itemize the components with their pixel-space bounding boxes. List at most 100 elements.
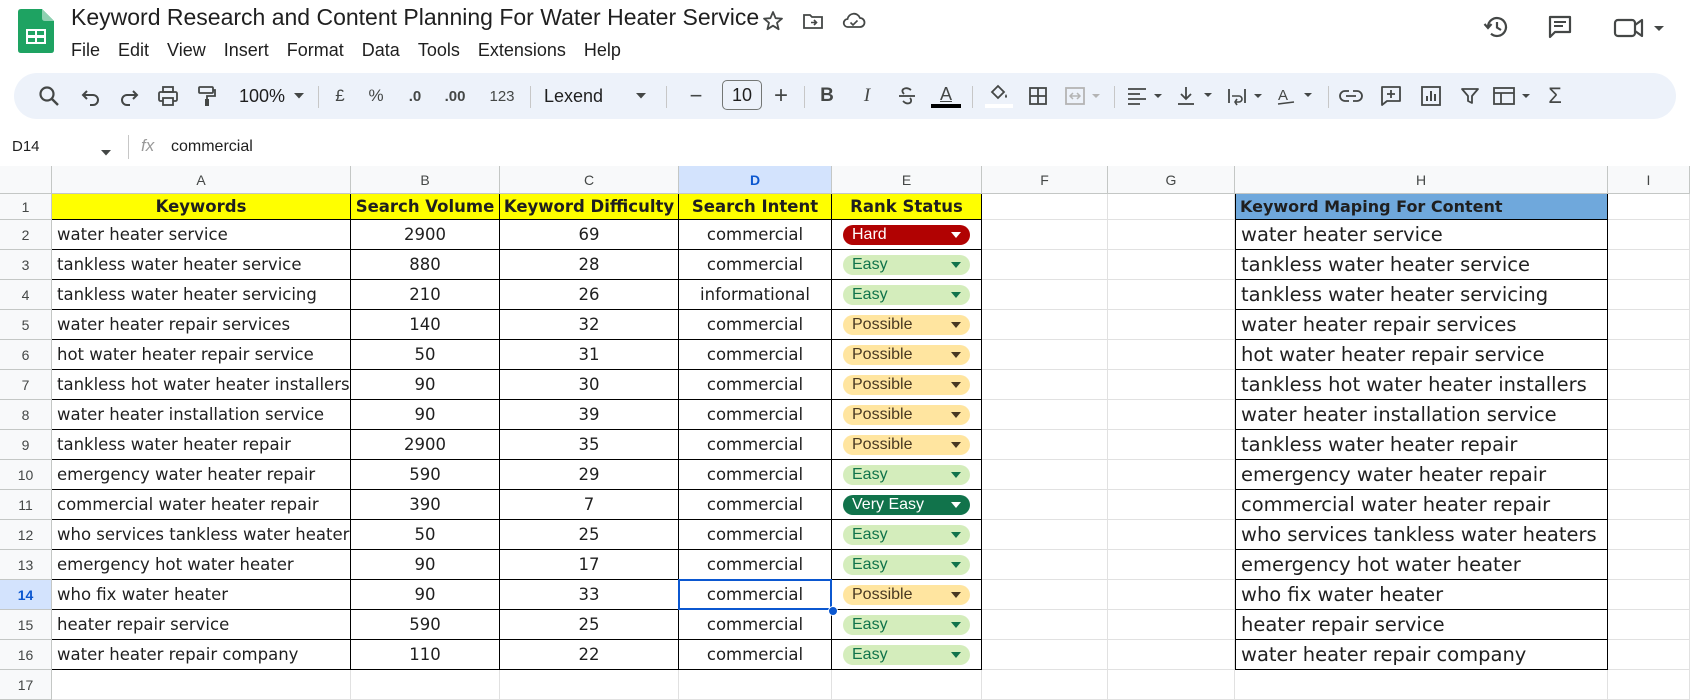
mapping-item[interactable]: who services tankless water heaters xyxy=(1235,520,1608,550)
empty-cell[interactable] xyxy=(1108,250,1235,280)
rank-status-cell[interactable]: Easy xyxy=(832,460,982,490)
search-intent-cell[interactable]: commercial xyxy=(679,640,832,670)
rank-status-chip[interactable]: Hard xyxy=(843,225,970,245)
empty-cell[interactable] xyxy=(1108,280,1235,310)
column-header-e[interactable]: E xyxy=(832,166,982,194)
mapping-item[interactable]: heater repair service xyxy=(1235,610,1608,640)
fill-color-icon[interactable] xyxy=(984,83,1014,109)
zoom-dropdown-icon[interactable] xyxy=(292,83,306,109)
search-intent-cell[interactable]: commercial xyxy=(679,430,832,460)
empty-cell[interactable] xyxy=(982,520,1108,550)
column-header-d[interactable]: D xyxy=(679,166,832,194)
chip-dropdown-icon[interactable] xyxy=(951,352,961,358)
empty-cell[interactable] xyxy=(1608,220,1690,250)
chip-dropdown-icon[interactable] xyxy=(951,292,961,298)
keyword-cell[interactable]: tankless water heater servicing xyxy=(52,280,351,310)
empty-cell[interactable] xyxy=(1608,460,1690,490)
empty-cell[interactable] xyxy=(1608,490,1690,520)
rank-status-chip[interactable]: Possible xyxy=(843,375,970,395)
currency-format-button[interactable]: £ xyxy=(330,83,350,109)
search-volume-cell[interactable]: 90 xyxy=(351,370,500,400)
empty-cell[interactable] xyxy=(1608,430,1690,460)
row-header-6[interactable]: 6 xyxy=(0,340,52,370)
empty-cell[interactable] xyxy=(1108,490,1235,520)
difficulty-cell[interactable]: 31 xyxy=(500,340,679,370)
keyword-cell[interactable]: emergency hot water heater xyxy=(52,550,351,580)
empty-cell[interactable] xyxy=(1108,580,1235,610)
empty-cell[interactable] xyxy=(982,194,1108,220)
empty-cell[interactable] xyxy=(500,670,679,700)
rank-status-chip[interactable]: Easy xyxy=(843,615,970,635)
empty-cell[interactable] xyxy=(982,370,1108,400)
keyword-cell[interactable]: commercial water heater repair xyxy=(52,490,351,520)
empty-cell[interactable] xyxy=(52,670,351,700)
rank-status-chip[interactable]: Very Easy xyxy=(843,495,970,515)
chip-dropdown-icon[interactable] xyxy=(951,322,961,328)
empty-cell[interactable] xyxy=(1108,370,1235,400)
search-intent-cell[interactable]: commercial xyxy=(679,370,832,400)
mapping-item[interactable]: commercial water heater repair xyxy=(1235,490,1608,520)
difficulty-cell[interactable]: 33 xyxy=(500,580,679,610)
mapping-item[interactable]: tankless hot water heater installers xyxy=(1235,370,1608,400)
select-all-corner[interactable] xyxy=(0,166,52,194)
empty-cell[interactable] xyxy=(1108,340,1235,370)
difficulty-cell[interactable]: 30 xyxy=(500,370,679,400)
rank-status-chip[interactable]: Easy xyxy=(843,255,970,275)
empty-cell[interactable] xyxy=(982,670,1108,700)
mapping-item[interactable]: emergency hot water heater xyxy=(1235,550,1608,580)
text-wrapping-icon[interactable] xyxy=(1226,83,1268,109)
name-box[interactable]: D14 xyxy=(12,138,40,155)
difficulty-cell[interactable]: 25 xyxy=(500,610,679,640)
row-header-7[interactable]: 7 xyxy=(0,370,52,400)
chip-dropdown-icon[interactable] xyxy=(951,382,961,388)
zoom-select[interactable]: 100% xyxy=(236,83,288,109)
row-header-12[interactable]: 12 xyxy=(0,520,52,550)
search-volume-cell[interactable]: 390 xyxy=(351,490,500,520)
rank-status-cell[interactable]: Possible xyxy=(832,370,982,400)
empty-cell[interactable] xyxy=(1608,250,1690,280)
menu-tools[interactable]: Tools xyxy=(409,37,469,63)
insert-chart-icon[interactable] xyxy=(1418,83,1444,109)
empty-cell[interactable] xyxy=(1608,670,1690,700)
search-volume-cell[interactable]: 90 xyxy=(351,580,500,610)
chip-dropdown-icon[interactable] xyxy=(951,652,961,658)
keyword-cell[interactable]: tankless hot water heater installers xyxy=(52,370,351,400)
sheets-logo-icon[interactable] xyxy=(18,9,54,53)
rank-status-cell[interactable]: Easy xyxy=(832,550,982,580)
empty-cell[interactable] xyxy=(982,280,1108,310)
rank-status-chip[interactable]: Easy xyxy=(843,465,970,485)
search-volume-cell[interactable]: 50 xyxy=(351,340,500,370)
search-intent-cell[interactable]: informational xyxy=(679,280,832,310)
mapping-item[interactable]: tankless water heater service xyxy=(1235,250,1608,280)
rank-status-cell[interactable]: Hard xyxy=(832,220,982,250)
empty-cell[interactable] xyxy=(1108,310,1235,340)
column-header-b[interactable]: B xyxy=(351,166,500,194)
empty-cell[interactable] xyxy=(1108,460,1235,490)
empty-cell[interactable] xyxy=(982,430,1108,460)
empty-cell[interactable] xyxy=(1608,520,1690,550)
empty-cell[interactable] xyxy=(982,220,1108,250)
rank-status-cell[interactable]: Easy xyxy=(832,280,982,310)
search-intent-cell[interactable]: commercial xyxy=(679,550,832,580)
empty-cell[interactable] xyxy=(982,250,1108,280)
search-volume-cell[interactable]: 140 xyxy=(351,310,500,340)
row-header-17[interactable]: 17 xyxy=(0,670,52,700)
rank-status-chip[interactable]: Easy xyxy=(843,555,970,575)
empty-cell[interactable] xyxy=(1608,640,1690,670)
chip-dropdown-icon[interactable] xyxy=(951,592,961,598)
insert-comment-icon[interactable] xyxy=(1378,83,1404,109)
redo-icon[interactable] xyxy=(116,83,142,109)
empty-cell[interactable] xyxy=(1608,400,1690,430)
print-icon[interactable] xyxy=(155,83,181,109)
rank-status-chip[interactable]: Easy xyxy=(843,285,970,305)
difficulty-cell[interactable]: 29 xyxy=(500,460,679,490)
mapping-item[interactable]: water heater service xyxy=(1235,220,1608,250)
empty-cell[interactable] xyxy=(832,670,982,700)
column-header-f[interactable]: F xyxy=(982,166,1108,194)
search-volume-cell[interactable]: 90 xyxy=(351,550,500,580)
empty-cell[interactable] xyxy=(982,340,1108,370)
empty-cell[interactable] xyxy=(1108,400,1235,430)
mapping-item[interactable]: tankless water heater servicing xyxy=(1235,280,1608,310)
search-intent-cell[interactable]: commercial xyxy=(679,220,832,250)
row-header-11[interactable]: 11 xyxy=(0,490,52,520)
